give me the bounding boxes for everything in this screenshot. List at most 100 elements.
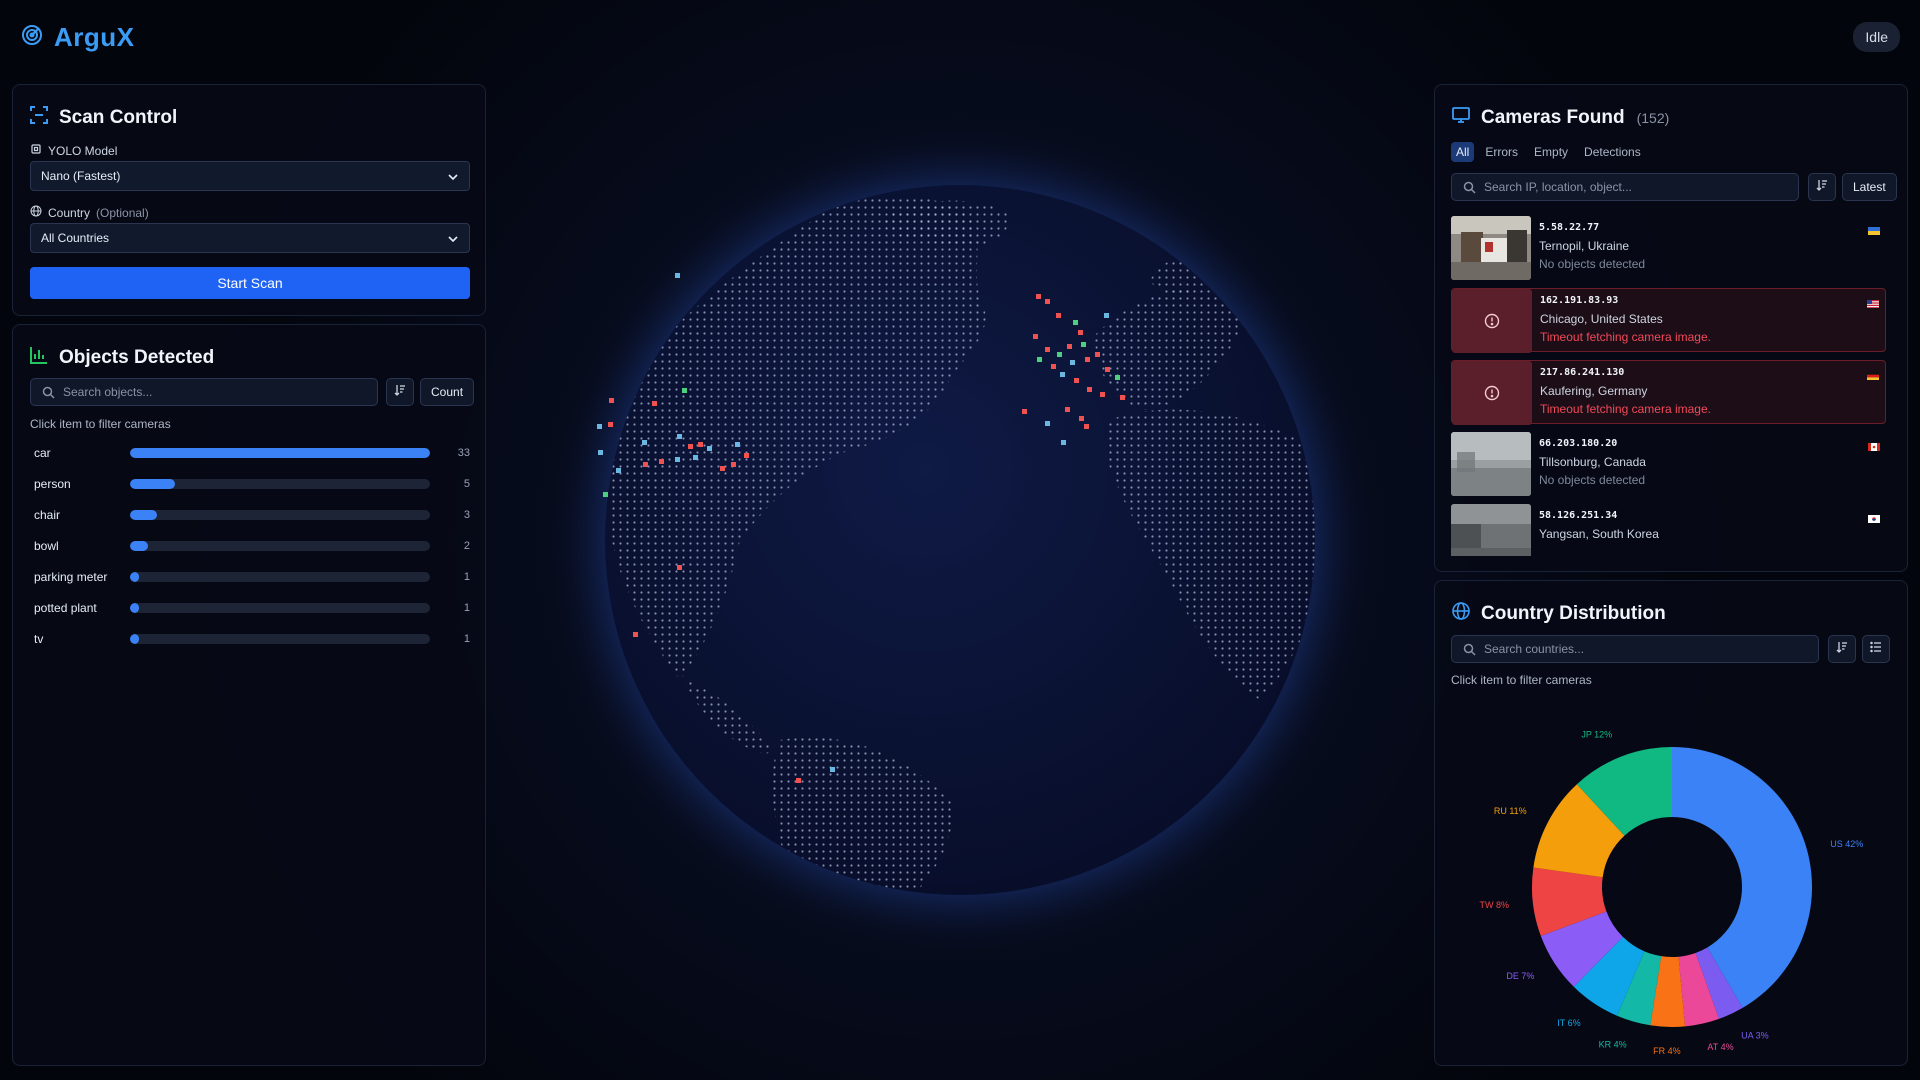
object-item-bowl[interactable]: bowl 2 [30, 536, 470, 556]
camera-marker[interactable] [1084, 424, 1089, 429]
countries-list-view-button[interactable] [1862, 635, 1890, 663]
camera-list: 5.58.22.77 Ternopil, Ukraine No objects … [1451, 216, 1891, 556]
camera-marker[interactable] [633, 632, 638, 637]
camera-marker[interactable] [796, 778, 801, 783]
object-bar-track [130, 634, 430, 644]
camera-marker[interactable] [1085, 357, 1090, 362]
camera-marker[interactable] [659, 459, 664, 464]
yolo-model-select[interactable]: Nano (Fastest) [30, 161, 470, 191]
camera-marker[interactable] [1081, 342, 1086, 347]
object-item-chair[interactable]: chair 3 [30, 505, 470, 525]
camera-marker[interactable] [698, 442, 703, 447]
countries-sort-direction-button[interactable] [1828, 635, 1856, 663]
countries-search-input[interactable]: Search countries... [1451, 635, 1819, 663]
world-globe[interactable] [540, 120, 1380, 960]
camera-marker[interactable] [1087, 387, 1092, 392]
camera-marker[interactable] [682, 388, 687, 393]
country-pie-chart[interactable]: US 42% UA 3% AT 4% FR 4% KR 4% IT 6% DE 7% TW 8… [1435, 699, 1909, 1059]
camera-marker[interactable] [1104, 313, 1109, 318]
camera-marker[interactable] [616, 468, 621, 473]
camera-marker[interactable] [731, 462, 736, 467]
camera-thumbnail-error[interactable] [1452, 289, 1532, 353]
camera-marker[interactable] [1100, 392, 1105, 397]
camera-item[interactable]: 58.126.251.34 Yangsan, South Korea [1451, 504, 1886, 556]
objects-sort-direction-button[interactable] [386, 378, 414, 406]
camera-marker[interactable] [1033, 334, 1038, 339]
camera-marker[interactable] [1051, 364, 1056, 369]
tab-errors[interactable]: Errors [1480, 142, 1523, 162]
camera-marker[interactable] [1022, 409, 1027, 414]
cameras-search-input[interactable]: Search IP, location, object... [1451, 173, 1799, 201]
app-logo[interactable]: ArguX [20, 22, 135, 53]
object-item-parking-meter[interactable]: parking meter 1 [30, 567, 470, 587]
camera-marker[interactable] [652, 401, 657, 406]
camera-marker[interactable] [1057, 352, 1062, 357]
camera-marker[interactable] [830, 767, 835, 772]
country-select[interactable]: All Countries [30, 223, 470, 253]
camera-marker[interactable] [1061, 440, 1066, 445]
camera-marker[interactable] [1074, 378, 1079, 383]
camera-marker[interactable] [677, 434, 682, 439]
camera-marker[interactable] [1105, 367, 1110, 372]
camera-item[interactable]: 162.191.83.93 Chicago, United States Tim… [1451, 288, 1886, 353]
camera-marker[interactable] [1045, 347, 1050, 352]
tab-all[interactable]: All [1451, 142, 1475, 162]
camera-marker[interactable] [1056, 313, 1061, 318]
pie-label-ua: UA 3% [1741, 1031, 1769, 1041]
camera-marker[interactable] [603, 492, 608, 497]
camera-marker[interactable] [1036, 294, 1041, 299]
camera-marker[interactable] [677, 565, 682, 570]
start-scan-button[interactable]: Start Scan [30, 267, 470, 299]
camera-item[interactable]: 217.86.241.130 Kaufering, Germany Timeou… [1451, 360, 1886, 425]
camera-marker[interactable] [1045, 421, 1050, 426]
camera-marker[interactable] [693, 455, 698, 460]
camera-marker[interactable] [1120, 395, 1125, 400]
cameras-sort-latest-button[interactable]: Latest [1842, 173, 1897, 201]
camera-marker[interactable] [642, 440, 647, 445]
camera-marker[interactable] [1095, 352, 1100, 357]
pie-label-de: DE 7% [1506, 971, 1534, 981]
camera-marker[interactable] [1060, 372, 1065, 377]
yolo-model-label: YOLO Model [48, 143, 118, 158]
camera-marker[interactable] [1073, 320, 1078, 325]
camera-marker[interactable] [1070, 360, 1075, 365]
camera-marker[interactable] [1078, 330, 1083, 335]
camera-marker[interactable] [608, 422, 613, 427]
camera-marker[interactable] [1115, 375, 1120, 380]
object-item-person[interactable]: person 5 [30, 474, 470, 494]
camera-marker[interactable] [1079, 416, 1084, 421]
cameras-sort-direction-button[interactable] [1808, 173, 1836, 201]
tab-detections[interactable]: Detections [1579, 142, 1646, 162]
camera-marker[interactable] [688, 444, 693, 449]
camera-info: 58.126.251.34 Yangsan, South Korea [1531, 504, 1886, 556]
object-item-tv[interactable]: tv 1 [30, 629, 470, 649]
camera-marker[interactable] [1067, 344, 1072, 349]
camera-thumbnail[interactable] [1451, 504, 1531, 556]
camera-info: 162.191.83.93 Chicago, United States Tim… [1532, 289, 1885, 351]
tab-empty[interactable]: Empty [1529, 142, 1573, 162]
camera-marker[interactable] [675, 273, 680, 278]
object-item-potted-plant[interactable]: potted plant 1 [30, 598, 470, 618]
camera-marker[interactable] [643, 462, 648, 467]
camera-marker[interactable] [598, 450, 603, 455]
camera-marker[interactable] [744, 453, 749, 458]
camera-marker[interactable] [597, 424, 602, 429]
object-item-car[interactable]: car 33 [30, 443, 470, 463]
camera-marker[interactable] [609, 398, 614, 403]
country-distribution-panel: Country Distribution Search countries...… [1434, 580, 1908, 1066]
camera-marker[interactable] [1045, 299, 1050, 304]
camera-thumbnail-error[interactable] [1452, 361, 1532, 425]
objects-search-input[interactable]: Search objects... [30, 378, 378, 406]
camera-marker[interactable] [675, 457, 680, 462]
objects-sort-count-button[interactable]: Count [420, 378, 475, 406]
camera-marker[interactable] [735, 442, 740, 447]
camera-marker[interactable] [720, 466, 725, 471]
list-icon [1869, 640, 1883, 659]
camera-thumbnail[interactable] [1451, 216, 1531, 280]
camera-marker[interactable] [1037, 357, 1042, 362]
camera-marker[interactable] [707, 446, 712, 451]
camera-item[interactable]: 66.203.180.20 Tillsonburg, Canada No obj… [1451, 432, 1886, 496]
camera-thumbnail[interactable] [1451, 432, 1531, 496]
camera-item[interactable]: 5.58.22.77 Ternopil, Ukraine No objects … [1451, 216, 1886, 280]
camera-marker[interactable] [1065, 407, 1070, 412]
